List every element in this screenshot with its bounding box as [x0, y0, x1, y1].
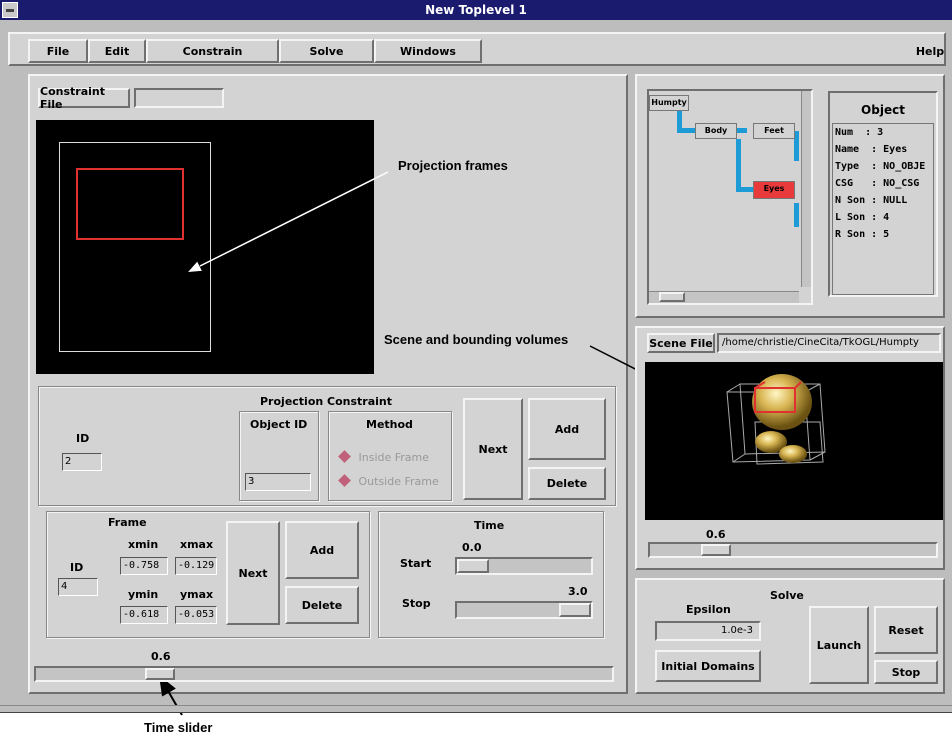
pc-add-button[interactable]: Add	[528, 398, 606, 460]
xmin-label: xmin	[128, 538, 159, 551]
window-bottom-border	[0, 705, 952, 713]
object-title: Object	[861, 103, 905, 117]
stop-button[interactable]: Stop	[874, 660, 938, 684]
time-slider-value: 0.6	[151, 650, 171, 663]
reset-button[interactable]: Reset	[874, 606, 938, 654]
tree-connector	[677, 128, 695, 133]
time-start-slider-thumb[interactable]	[457, 559, 489, 573]
pc-id-label: ID	[76, 432, 90, 445]
frame-add-button[interactable]: Add	[285, 521, 359, 579]
tree-hscrollbar-thumb[interactable]	[659, 292, 685, 302]
tree-node-body[interactable]: Body	[695, 123, 737, 139]
feet-sphere	[779, 445, 807, 463]
tree-view[interactable]: Humpty Body Feet Eyes	[647, 89, 813, 305]
scene-slider[interactable]	[648, 542, 938, 558]
method-outside-radio[interactable]: Outside Frame	[338, 474, 439, 488]
object-info-line: L Son : 4	[835, 212, 890, 223]
time-start-value: 0.0	[462, 541, 482, 554]
scene-render	[726, 374, 826, 465]
scene-slider-value: 0.6	[706, 528, 726, 541]
tree-vscrollbar[interactable]	[801, 91, 811, 287]
tree-hscrollbar[interactable]	[649, 291, 799, 303]
scene-slider-thumb[interactable]	[701, 544, 732, 556]
object-info-line: CSG : NO_CSG	[835, 178, 920, 189]
object-id-label: Object ID	[250, 418, 308, 431]
ymax-field[interactable]: -0.053	[175, 606, 217, 624]
time-title: Time	[474, 519, 505, 532]
arrow-projection-frames	[188, 171, 389, 272]
tree-connector	[736, 187, 754, 192]
tree-connector	[794, 203, 799, 227]
tree-connector	[737, 128, 747, 133]
radio-indicator-icon	[338, 474, 351, 487]
ymax-label: ymax	[180, 588, 214, 601]
object-info-line: Type : NO_OBJE	[835, 161, 926, 172]
launch-button[interactable]: Launch	[809, 606, 869, 684]
time-slider[interactable]	[34, 666, 614, 682]
ymin-field[interactable]: -0.618	[120, 606, 168, 624]
time-stop-slider-thumb[interactable]	[559, 603, 591, 617]
frame-id-label: ID	[70, 561, 84, 574]
pc-delete-button[interactable]: Delete	[528, 467, 606, 500]
time-start-slider[interactable]	[455, 557, 593, 575]
method-outside-label: Outside Frame	[358, 475, 439, 488]
time-start-label: Start	[400, 557, 432, 570]
solve-title: Solve	[770, 589, 804, 602]
time-stop-label: Stop	[402, 597, 431, 610]
method-inside-label: Inside Frame	[358, 451, 430, 464]
pc-id-field[interactable]: 2	[62, 453, 102, 471]
frame-title: Frame	[108, 516, 147, 529]
object-info-panel: Object Num : 3 Name : Eyes Type : NO_OBJE C…	[828, 91, 938, 297]
object-info-line: R Son : 5	[835, 229, 890, 240]
xmax-field[interactable]: -0.129	[175, 557, 217, 575]
frame-delete-button[interactable]: Delete	[285, 586, 359, 624]
tree-node-eyes[interactable]: Eyes	[753, 181, 795, 199]
epsilon-label: Epsilon	[686, 603, 731, 616]
object-id-field[interactable]: 3	[245, 473, 311, 491]
time-slider-thumb[interactable]	[145, 668, 176, 680]
frame-next-button[interactable]: Next	[226, 521, 280, 625]
scene-viewport[interactable]	[645, 362, 943, 520]
tree-node-feet[interactable]: Feet	[753, 123, 795, 139]
object-info-line: Name : Eyes	[835, 144, 908, 155]
method-inside-radio[interactable]: Inside Frame	[338, 450, 430, 464]
object-info-list: Num : 3 Name : Eyes Type : NO_OBJE CSG : NO…	[832, 123, 934, 295]
head-sphere	[752, 374, 812, 430]
pc-next-button[interactable]: Next	[463, 398, 523, 500]
scene-file-button[interactable]: Scene File	[647, 333, 715, 353]
object-info-lines: Num : 3 Name : Eyes Type : NO_OBJE CSG : NO…	[833, 124, 933, 243]
scene-file-field[interactable]: /home/christie/CineCita/TkOGL/Humpty	[717, 333, 941, 353]
xmin-field[interactable]: -0.758	[120, 557, 168, 575]
annotation-projection-frames: Projection frames	[398, 158, 508, 173]
object-info-line: N Son : NULL	[835, 195, 908, 206]
annotation-scene-volumes: Scene and bounding volumes	[384, 332, 569, 347]
ymin-label: ymin	[128, 588, 159, 601]
projection-constraint-title: Projection Constraint	[260, 395, 393, 408]
initial-domains-button[interactable]: Initial Domains	[655, 650, 761, 682]
radio-indicator-icon	[338, 450, 351, 463]
xmax-label: xmax	[180, 538, 214, 551]
object-info-line: Num : 3	[835, 127, 884, 138]
epsilon-field[interactable]: 1.0e-3	[655, 621, 761, 641]
tree-connector	[736, 139, 741, 191]
annotation-time-slider: Time slider	[144, 720, 213, 735]
method-label: Method	[366, 418, 413, 431]
frame-id-field[interactable]: 4	[58, 578, 98, 596]
time-stop-value: 3.0	[568, 585, 588, 598]
tree-node-humpty[interactable]: Humpty	[649, 95, 689, 111]
time-stop-slider[interactable]	[455, 601, 593, 619]
